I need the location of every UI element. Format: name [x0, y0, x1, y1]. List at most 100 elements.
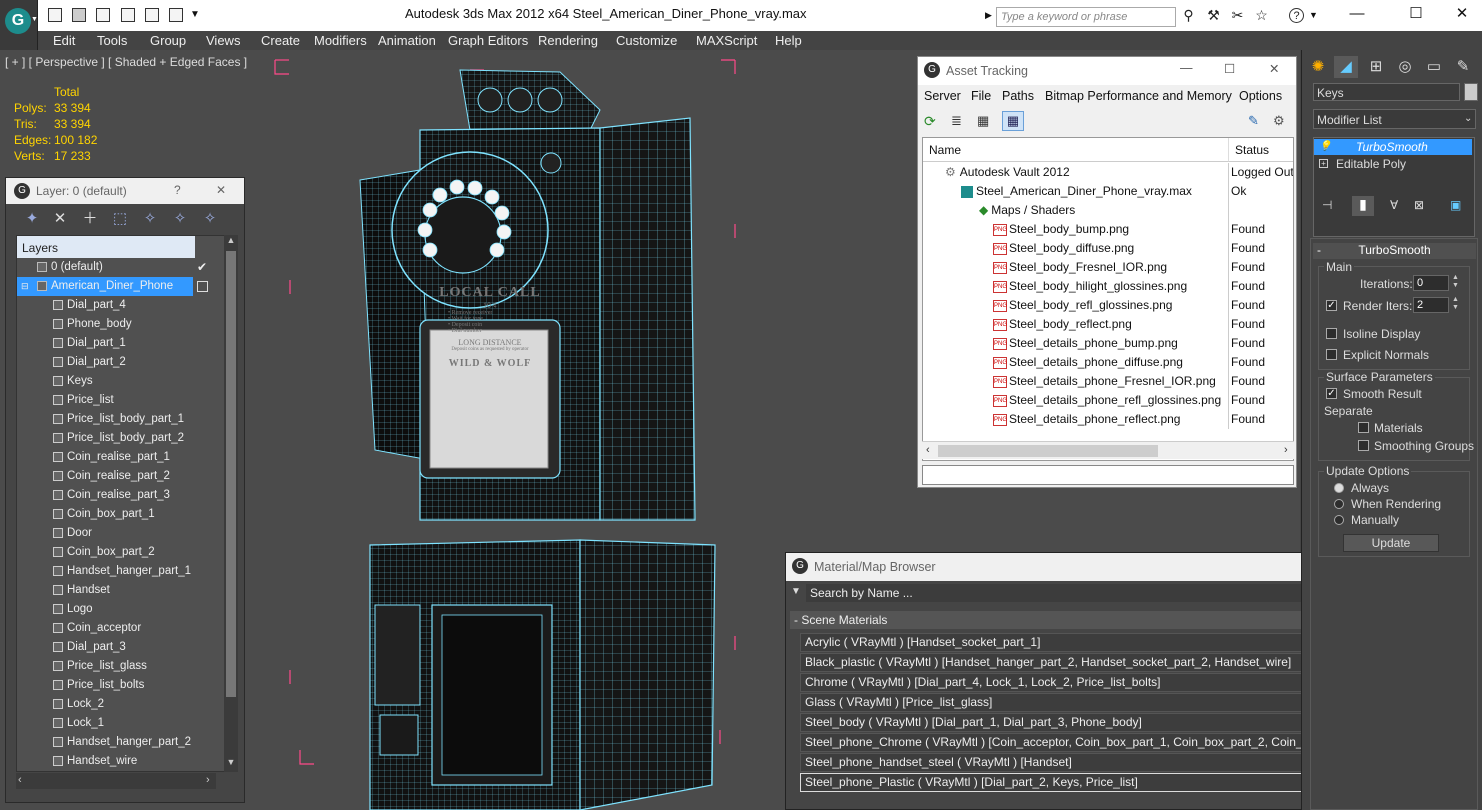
active-layer-check-icon[interactable]: ✔ — [197, 258, 207, 277]
layer-object-row[interactable]: Dial_part_3 — [17, 638, 230, 657]
asset-row[interactable]: PNG Steel_body_reflect.png Found — [923, 315, 1293, 334]
asset-row[interactable]: PNG Steel_body_bump.png Found — [923, 220, 1293, 239]
menu-maxscript[interactable]: MAXScript — [696, 31, 757, 50]
radio-always[interactable] — [1334, 483, 1344, 493]
layer-object-row[interactable]: Handset_hanger_part_2 — [17, 733, 230, 752]
freeze-all-icon[interactable]: ✧ — [202, 211, 218, 227]
close-icon[interactable]: ✕ — [1442, 4, 1482, 24]
render-iters-checkbox[interactable]: ✓ — [1326, 300, 1337, 311]
app-menu-button[interactable]: G ▼ — [0, 0, 38, 50]
help-icon[interactable]: ? — [1289, 8, 1304, 23]
menu-customize[interactable]: Customize — [616, 31, 677, 50]
menu-tools[interactable]: Tools — [97, 31, 127, 50]
asset-menu-file[interactable]: File — [971, 89, 991, 103]
layer-object-row[interactable]: Logo — [17, 600, 230, 619]
menu-graph-editors[interactable]: Graph Editors — [448, 31, 528, 50]
display-tab-icon[interactable]: ▭ — [1422, 56, 1446, 78]
highlight-layer-icon[interactable]: ✧ — [142, 211, 158, 227]
isoline-display-checkbox[interactable] — [1326, 328, 1337, 339]
explicit-normals-checkbox[interactable] — [1326, 349, 1337, 360]
asset-menu-paths[interactable]: Paths — [1002, 89, 1034, 103]
close-icon[interactable]: ✕ — [1269, 61, 1279, 76]
new-layer-icon[interactable]: ✦ — [24, 211, 40, 227]
make-unique-icon[interactable]: ∀ — [1390, 198, 1398, 212]
update-button[interactable]: Update — [1343, 534, 1439, 552]
table-view-icon[interactable]: ▦ — [1002, 111, 1024, 131]
create-tab-icon[interactable]: ✺ — [1306, 56, 1330, 78]
scroll-right-icon[interactable]: › — [1284, 444, 1288, 456]
stack-item-turbosmooth[interactable]: 💡 TurboSmooth — [1314, 139, 1472, 155]
hide-all-icon[interactable]: ✧ — [172, 211, 188, 227]
layer-object-row[interactable]: Coin_box_part_1 — [17, 505, 230, 524]
asset-tracking-title-bar[interactable]: G Asset Tracking — ☐ ✕ — [918, 57, 1296, 85]
stack-item-editable-poly[interactable]: + Editable Poly — [1314, 156, 1474, 172]
save-icon[interactable] — [96, 8, 110, 22]
refresh-icon[interactable]: ⟳ — [924, 113, 940, 129]
column-header-name[interactable]: Name — [923, 138, 1229, 162]
object-color-swatch[interactable] — [1464, 83, 1478, 101]
communication-center-icon[interactable]: ✂ — [1230, 8, 1245, 23]
keyword-search-input[interactable]: Type a keyword or phrase — [996, 7, 1176, 27]
select-in-layer-icon[interactable]: ⬚ — [112, 211, 128, 227]
menu-help[interactable]: Help — [775, 31, 802, 50]
asset-menu-server[interactable]: Server — [924, 89, 961, 103]
scroll-down-icon[interactable]: ▼ — [224, 757, 238, 771]
layer-object-row[interactable]: Dial_part_2 — [17, 353, 230, 372]
vault-settings-icon[interactable]: ⚙ — [1273, 113, 1289, 129]
radio-manually[interactable] — [1334, 515, 1344, 525]
layer-object-row[interactable]: Price_list_body_part_2 — [17, 429, 230, 448]
asset-row[interactable]: PNG Steel_body_hilight_glossines.png Found — [923, 277, 1293, 296]
asset-row[interactable]: Steel_American_Diner_Phone_vray.max Ok — [923, 182, 1293, 201]
iterations-spinner[interactable]: 0 — [1413, 275, 1449, 291]
minimize-icon[interactable]: — — [1337, 4, 1377, 24]
modify-tab-icon[interactable]: ◢ — [1334, 56, 1358, 78]
layer-object-row[interactable]: Lock_1 — [17, 714, 230, 733]
asset-row[interactable]: PNG Steel_details_phone_refl_glossines.pn… — [923, 391, 1293, 410]
motion-tab-icon[interactable]: ◎ — [1393, 56, 1417, 78]
object-name-field[interactable]: Keys — [1313, 83, 1460, 101]
asset-row[interactable]: PNG Steel_details_phone_reflect.png Found — [923, 410, 1293, 429]
layer-object-row[interactable]: Price_list_body_part_1 — [17, 410, 230, 429]
separate-materials-checkbox[interactable] — [1358, 422, 1369, 433]
hierarchy-tab-icon[interactable]: ⊞ — [1364, 56, 1388, 78]
set-current-layer-icon[interactable] — [197, 281, 208, 292]
viewport-label[interactable]: [ + ] [ Perspective ] [ Shaded + Edged F… — [5, 55, 247, 69]
spinner-arrows-icon[interactable]: ▲ ▼ — [1452, 274, 1459, 290]
layer-object-row[interactable]: Coin_realise_part_3 — [17, 486, 230, 505]
asset-row[interactable]: PNG Steel_details_phone_diffuse.png Found — [923, 353, 1293, 372]
maximize-icon[interactable]: ☐ — [1224, 61, 1235, 76]
collapse-icon[interactable]: ⊟ — [21, 277, 29, 296]
lightbulb-icon[interactable]: 💡 — [1319, 139, 1331, 155]
pin-stack-icon[interactable]: ⊣ — [1322, 198, 1332, 212]
browser-options-icon[interactable]: ▼ — [791, 586, 801, 597]
layer-object-row[interactable]: Lock_2 — [17, 695, 230, 714]
scroll-thumb[interactable] — [938, 445, 1158, 457]
asset-menu-options[interactable]: Options — [1239, 89, 1282, 103]
layer-list-vertical-scrollbar[interactable]: ▲ ▼ — [224, 235, 238, 772]
help-button[interactable]: ? — [174, 183, 181, 197]
scroll-right-icon[interactable]: › — [206, 774, 210, 786]
menu-views[interactable]: Views — [206, 31, 240, 50]
modifier-list-dropdown[interactable]: Modifier List ⌄ — [1313, 109, 1476, 129]
layer-object-row[interactable]: Dial_part_1 — [17, 334, 230, 353]
asset-menu-bitmap-performance[interactable]: Bitmap Performance and Memory — [1045, 89, 1232, 103]
layer-list-horizontal-scrollbar[interactable]: ‹ › — [16, 773, 216, 789]
asset-row[interactable]: PNG Steel_body_Fresnel_IOR.png Found — [923, 258, 1293, 277]
layer-object-row[interactable]: Handset — [17, 581, 230, 600]
asset-row[interactable]: PNG Steel_body_diffuse.png Found — [923, 239, 1293, 258]
undo-icon[interactable] — [121, 8, 135, 22]
separate-smoothing-groups-checkbox[interactable] — [1358, 440, 1369, 451]
thumbnail-view-icon[interactable]: ▦ — [977, 113, 993, 129]
scroll-up-icon[interactable]: ▲ — [224, 235, 238, 249]
menu-animation[interactable]: Animation — [378, 31, 436, 50]
redo-icon[interactable] — [145, 8, 159, 22]
binoculars-icon[interactable]: ⚲ — [1181, 8, 1196, 23]
utilities-tab-icon[interactable]: ✎ — [1451, 56, 1475, 78]
layer-object-row[interactable]: Handset_hanger_part_1 — [17, 562, 230, 581]
layer-object-row[interactable]: Coin_realise_part_1 — [17, 448, 230, 467]
configure-modifier-sets-icon[interactable]: ▣ — [1450, 198, 1461, 212]
layer-object-row[interactable]: Coin_box_part_2 — [17, 543, 230, 562]
project-folder-icon[interactable] — [169, 8, 183, 22]
vault-login-icon[interactable]: ✎ — [1248, 113, 1264, 129]
layer-object-row[interactable]: Keys — [17, 372, 230, 391]
